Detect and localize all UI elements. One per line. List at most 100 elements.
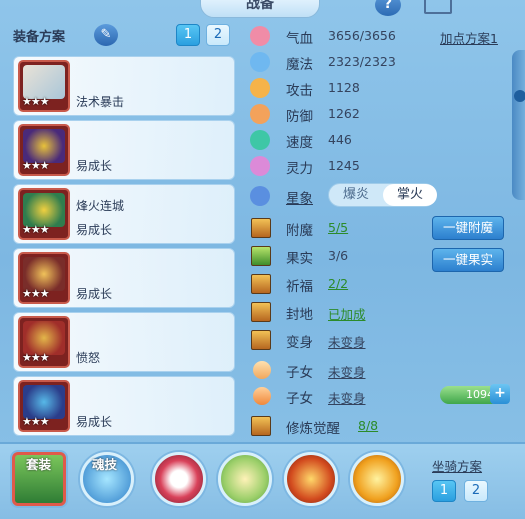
side-tab-dot-icon <box>514 90 525 102</box>
star-rating: ★★★ <box>22 159 50 172</box>
equipment-slot-helmet[interactable]: ★★★ 易成长 <box>13 120 235 180</box>
stat-value: 2323/2323 <box>328 54 396 69</box>
suit-label: 套装 <box>26 457 52 472</box>
mana-icon <box>250 52 270 72</box>
star-rating: ★★★ <box>22 415 50 428</box>
star-sign-icon <box>250 186 270 206</box>
equipment-plan-label: 装备方案 <box>13 30 66 45</box>
child-row-1: 子女 未变身 <box>244 358 514 382</box>
territory-label: 封地 <box>286 307 313 323</box>
star-rating: ★★★ <box>22 351 50 364</box>
child-label: 子女 <box>286 365 313 381</box>
star-option-blaze[interactable]: 爆炎 <box>329 184 383 206</box>
attribute-panel: 加点方案1 气血 3656/3656 魔法 2323/2323 攻击 1128 … <box>244 20 514 440</box>
belt-icon: ★★★ <box>18 316 70 368</box>
pray-row: 祈福 2/2 <box>244 272 514 296</box>
skill-slot-1-icon[interactable] <box>152 452 206 506</box>
transform-row: 变身 未变身 <box>244 328 514 352</box>
soul-skill-label: 魂技 <box>92 457 118 472</box>
stat-label: 气血 <box>286 31 313 47</box>
share-icon[interactable] <box>424 0 452 14</box>
cultivate-label: 修炼觉醒 <box>286 421 340 437</box>
speed-icon <box>250 130 270 150</box>
child-icon <box>253 387 271 405</box>
pray-icon <box>251 274 271 294</box>
territory-icon <box>251 302 271 322</box>
stat-row-spirit: 灵力 1245 <box>244 154 514 178</box>
equipment-slot-belt[interactable]: ★★★ 愤怒 <box>13 312 235 372</box>
equipment-list-panel: 装备方案 ✎ 1 2 ★★★ 法术暴击 ★★★ 易成长 ★★★ 烽火连城 易成长… <box>10 20 238 436</box>
equipment-slot-boots[interactable]: ★★★ 易成长 <box>13 376 235 436</box>
skill-slot-4-icon[interactable] <box>350 452 404 506</box>
stat-value: 3656/3656 <box>328 28 396 43</box>
sword-icon <box>250 78 270 98</box>
child-icon <box>253 361 271 379</box>
child-value[interactable]: 未变身 <box>328 388 366 407</box>
equipment-slot-weapon[interactable]: ★★★ 法术暴击 <box>13 56 235 116</box>
equip-plan-button-2[interactable]: 2 <box>206 24 230 46</box>
fruit-label: 果实 <box>286 251 313 267</box>
stat-label: 攻击 <box>286 83 313 99</box>
equip-attribute: 愤怒 <box>76 351 101 365</box>
equip-attribute: 易成长 <box>76 287 113 301</box>
edit-pencil-icon[interactable]: ✎ <box>94 24 118 46</box>
cultivate-icon <box>251 416 271 436</box>
fruit-icon <box>251 246 271 266</box>
stat-value: 1128 <box>328 80 360 95</box>
boots-icon: ★★★ <box>18 380 70 432</box>
stat-value: 1262 <box>328 106 360 121</box>
armor-icon: ★★★ <box>18 252 70 304</box>
enchant-icon <box>251 218 271 238</box>
star-rating: ★★★ <box>22 287 50 300</box>
skill-slot-2-icon[interactable] <box>218 452 272 506</box>
equipment-slot-armor[interactable]: ★★★ 易成长 <box>13 248 235 308</box>
stat-row-defense: 防御 1262 <box>244 102 514 126</box>
add-exp-button[interactable]: + <box>490 384 510 404</box>
fruit-value: 3/6 <box>328 248 349 263</box>
territory-value[interactable]: 已加成 <box>328 304 366 323</box>
equip-attribute: 易成长 <box>76 415 113 429</box>
equip-plan-button-1[interactable]: 1 <box>176 24 200 46</box>
stat-value: 446 <box>328 132 352 147</box>
pray-label: 祈福 <box>286 279 313 295</box>
shield-icon <box>250 104 270 124</box>
top-bar: 战备 ? <box>0 0 525 18</box>
mount-plan-label[interactable]: 坐骑方案 <box>432 456 482 475</box>
skill-slot-3-icon[interactable] <box>284 452 338 506</box>
help-button[interactable]: ? <box>375 0 401 16</box>
territory-row: 封地 已加成 <box>244 300 514 324</box>
stat-label: 灵力 <box>286 161 313 177</box>
stat-label: 速度 <box>286 135 313 151</box>
star-rating: ★★★ <box>22 95 50 108</box>
weapon-icon: ★★★ <box>18 60 70 112</box>
enchant-value: 5/5 <box>328 220 349 235</box>
heart-icon <box>250 26 270 46</box>
star-sign-toggle: 爆炎 掌火 <box>328 183 437 207</box>
pray-value: 2/2 <box>328 276 349 291</box>
equipment-panel: 战备 ? 装备方案 ✎ 1 2 ★★★ 法术暴击 ★★★ 易成长 ★★★ 烽火连… <box>0 0 525 519</box>
cultivate-value: 8/8 <box>358 418 379 433</box>
child-label: 子女 <box>286 391 313 407</box>
stat-row-speed: 速度 446 <box>244 128 514 152</box>
star-sign-label: 星象 <box>286 191 313 207</box>
star-option-palm-fire[interactable]: 掌火 <box>383 184 437 206</box>
enchant-label: 附魔 <box>286 223 313 239</box>
equipment-slot-necklace[interactable]: ★★★ 烽火连城 易成长 <box>13 184 235 244</box>
spirit-icon <box>250 156 270 176</box>
necklace-icon: ★★★ <box>18 188 70 240</box>
mount-plan-button-1[interactable]: 1 <box>432 480 456 502</box>
stat-value: 1245 <box>328 158 360 173</box>
equip-attribute: 易成长 <box>76 159 113 173</box>
star-rating: ★★★ <box>22 223 50 236</box>
stat-row-attack: 攻击 1128 <box>244 76 514 100</box>
one-click-fruit-button[interactable]: 一键果实 <box>432 248 504 272</box>
helmet-icon: ★★★ <box>18 124 70 176</box>
child-value[interactable]: 未变身 <box>328 362 366 381</box>
equip-attribute: 法术暴击 <box>76 95 125 109</box>
mount-plan-button-2[interactable]: 2 <box>464 480 488 502</box>
one-click-enchant-button[interactable]: 一键附魔 <box>432 216 504 240</box>
cultivate-row: 修炼觉醒 8/8 <box>244 414 514 438</box>
transform-icon <box>251 330 271 350</box>
transform-value[interactable]: 未变身 <box>328 332 366 351</box>
bottom-skill-bar: 套装 魂技 坐骑方案 1 2 <box>0 442 525 519</box>
